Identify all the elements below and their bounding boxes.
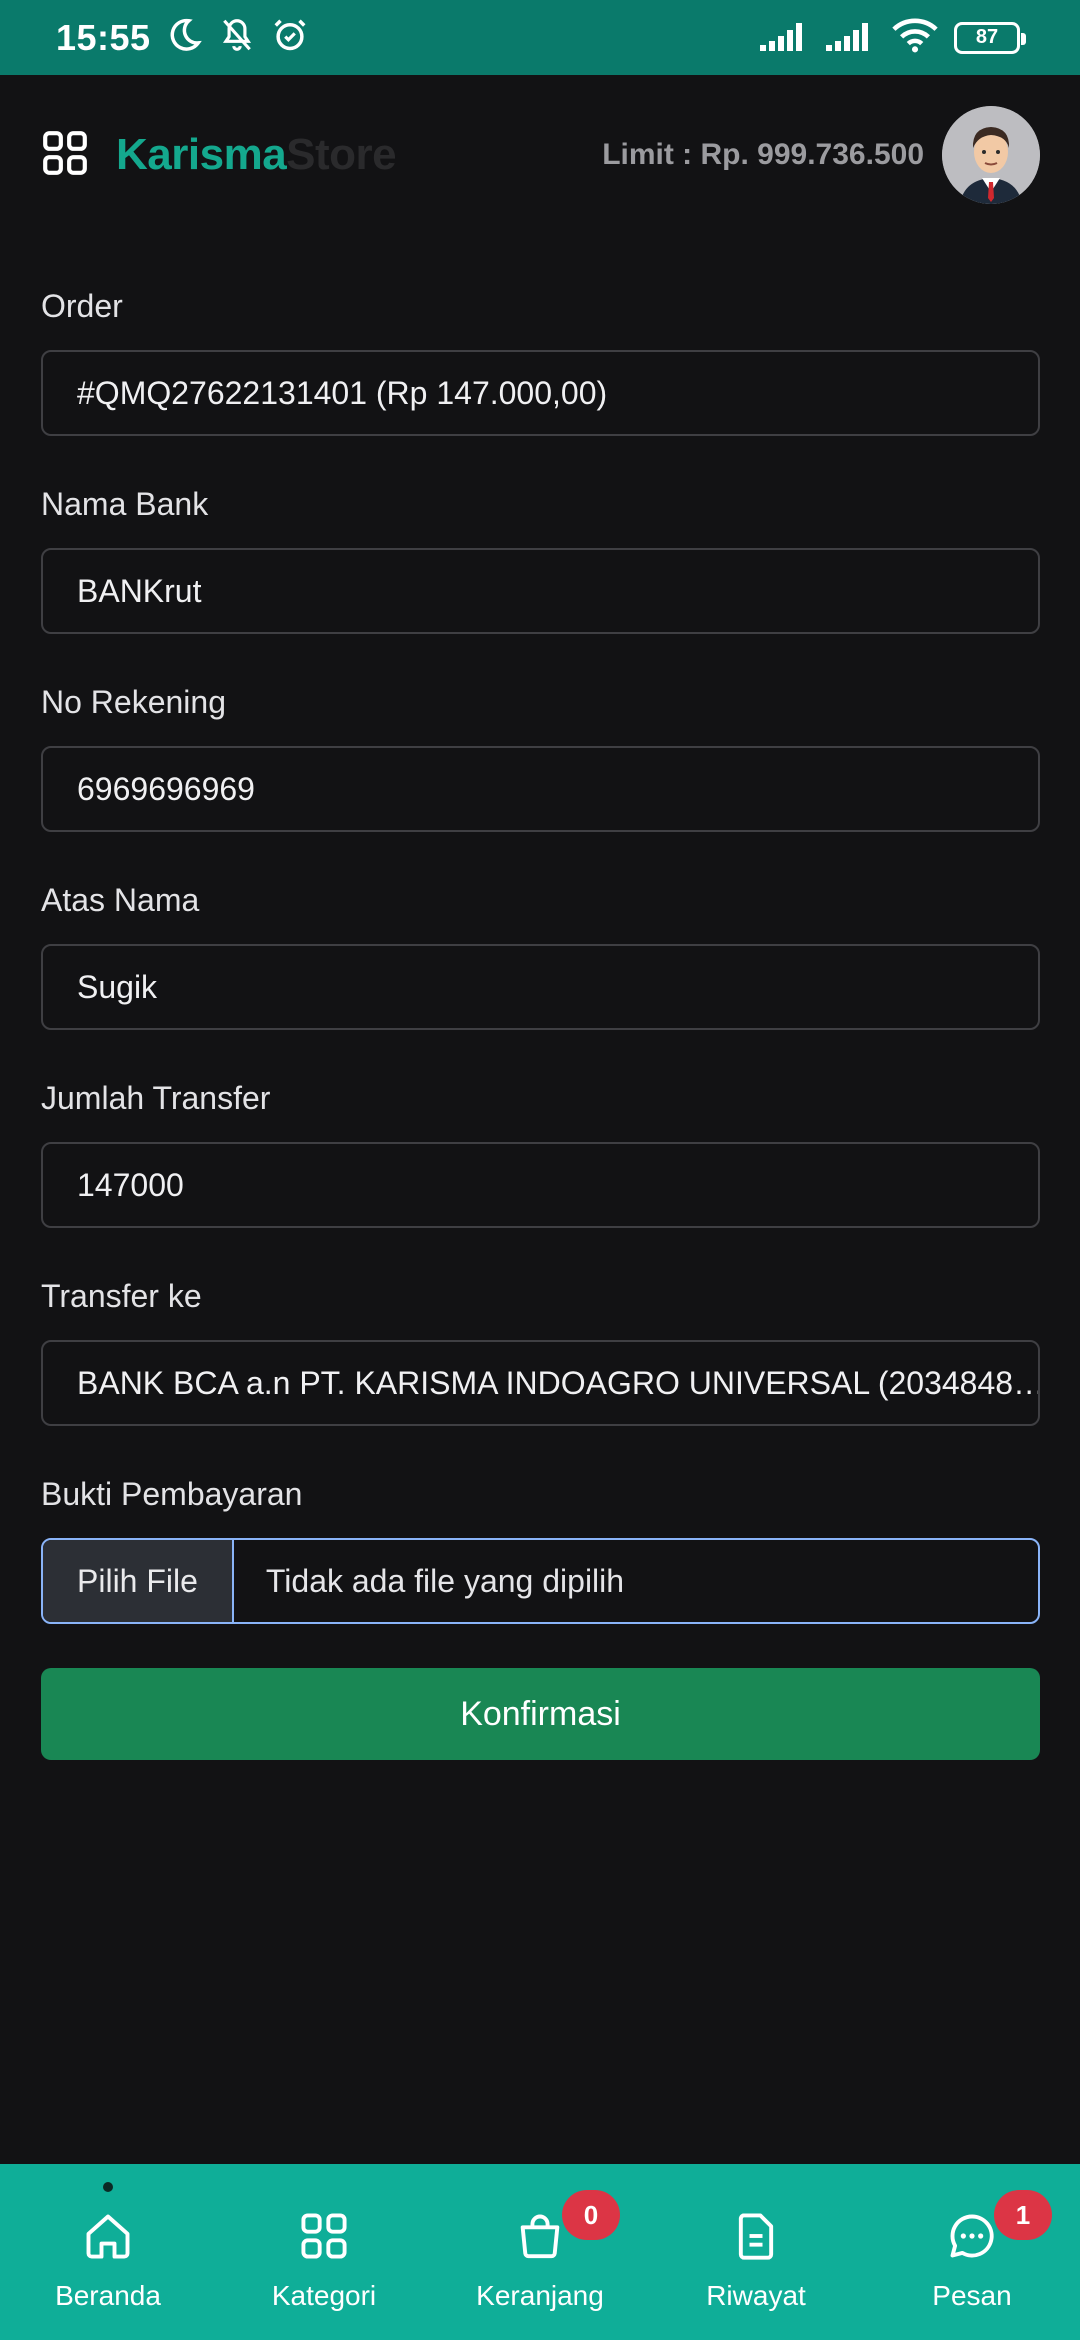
payment-confirmation-form: Order #QMQ27622131401 (Rp 147.000,00) Na… — [41, 290, 1040, 1760]
brand-logo[interactable]: KarismaStore — [116, 130, 397, 180]
cart-count-badge: 0 — [562, 2190, 620, 2240]
transfer-amount-label: Jumlah Transfer — [41, 1080, 271, 1116]
active-indicator-dot — [103, 2182, 113, 2192]
payment-proof-file-input[interactable]: Pilih File Tidak ada file yang dipilih — [41, 1538, 1040, 1624]
bottom-navigation: Beranda Kategori 0 Keranjang Riwayat 1 P… — [0, 2164, 1080, 2340]
nav-item-beranda[interactable]: Beranda — [8, 2182, 208, 2312]
account-holder-label: Atas Nama — [41, 882, 200, 918]
credit-limit: Limit : Rp. 999.736.500 — [602, 138, 924, 171]
nav-item-pesan[interactable]: 1 Pesan — [872, 2190, 1072, 2312]
signal-icon — [760, 19, 810, 56]
status-bar: 15:55 87 — [0, 0, 1080, 75]
status-left: 15:55 — [56, 16, 309, 59]
status-time: 15:55 — [56, 16, 151, 58]
confirm-button[interactable]: Konfirmasi — [41, 1668, 1040, 1760]
order-label: Order — [41, 288, 123, 324]
account-holder-field[interactable]: Sugik — [41, 944, 1040, 1030]
app-header: KarismaStore Limit : Rp. 999.736.500 — [0, 75, 1080, 235]
order-field[interactable]: #QMQ27622131401 (Rp 147.000,00) — [41, 350, 1040, 436]
nav-label-kategori: Kategori — [271, 2280, 377, 2311]
battery-level: 87 — [975, 26, 999, 48]
nav-label-riwayat: Riwayat — [706, 2280, 806, 2311]
status-right: 87 — [760, 17, 1026, 58]
brand: KarismaStore — [40, 128, 397, 183]
avatar[interactable] — [942, 106, 1040, 204]
user-avatar-icon — [942, 106, 1040, 204]
transfer-to-label: Transfer ke — [41, 1278, 202, 1314]
account-number-label: No Rekening — [41, 684, 226, 720]
menu-grid-icon[interactable] — [40, 128, 90, 183]
alarm-icon — [271, 16, 309, 59]
nav-label-pesan: Pesan — [932, 2280, 1012, 2311]
transfer-to-select[interactable]: BANK BCA a.n PT. KARISMA INDOAGRO UNIVER… — [41, 1340, 1040, 1426]
document-icon — [728, 2206, 784, 2266]
account-number-field[interactable]: 6969696969 — [41, 746, 1040, 832]
nav-item-keranjang[interactable]: 0 Keranjang — [440, 2190, 640, 2312]
message-count-badge: 1 — [994, 2190, 1052, 2240]
bank-name-field[interactable]: BANKrut — [41, 548, 1040, 634]
nav-item-riwayat[interactable]: Riwayat — [656, 2194, 856, 2312]
brand-name-karisma: Karisma — [116, 130, 287, 179]
battery-indicator: 87 — [954, 21, 1026, 54]
nav-label-keranjang: Keranjang — [476, 2280, 604, 2311]
choose-file-button[interactable]: Pilih File — [43, 1540, 234, 1622]
grid-icon — [296, 2206, 352, 2266]
transfer-amount-field[interactable]: 147000 — [41, 1142, 1040, 1228]
muted-bell-icon — [217, 16, 257, 59]
signal-icon-2 — [826, 19, 876, 56]
chat-icon — [944, 2206, 1000, 2266]
payment-proof-label: Bukti Pembayaran — [41, 1476, 303, 1512]
wifi-icon — [892, 17, 938, 58]
nav-item-kategori[interactable]: Kategori — [224, 2194, 424, 2312]
file-status-text: Tidak ada file yang dipilih — [265, 1562, 625, 1599]
shopping-bag-icon — [512, 2206, 568, 2266]
home-icon — [80, 2206, 136, 2266]
nav-label-beranda: Beranda — [55, 2280, 161, 2311]
header-right: Limit : Rp. 999.736.500 — [602, 106, 1040, 204]
bank-name-label: Nama Bank — [41, 486, 209, 522]
brand-name-store: Store — [286, 130, 397, 179]
moon-icon — [165, 16, 203, 59]
